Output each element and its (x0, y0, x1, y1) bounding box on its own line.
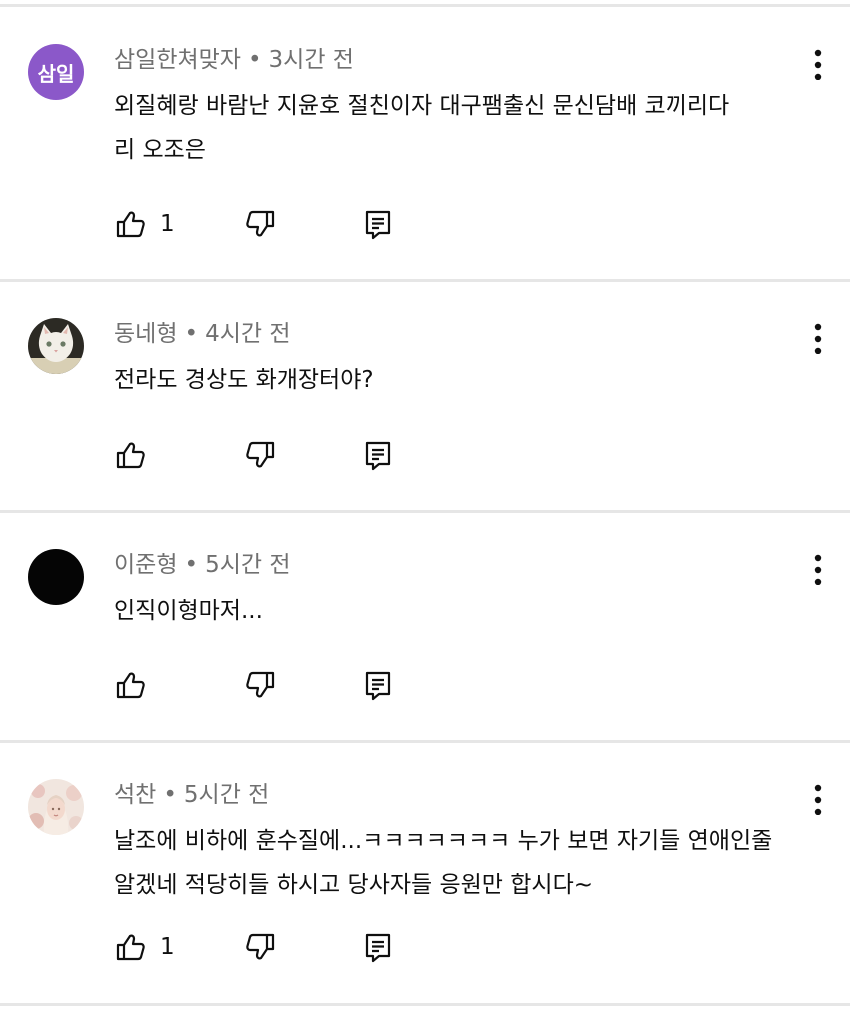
comment-text: 날조에 비하에 훈수질에...ㅋㅋㅋㅋㅋㅋㅋ 누가 보면 자기들 연애인줄 알겠… (114, 819, 830, 907)
avatar[interactable]: 삼일 (28, 44, 84, 100)
like-button[interactable]: 1 (114, 204, 175, 244)
white-cat-photo (28, 318, 84, 374)
dislike-button[interactable] (245, 665, 277, 705)
comment-time[interactable]: 3시간 전 (269, 47, 354, 73)
divider (0, 510, 850, 513)
more-vert-icon[interactable] (806, 48, 830, 80)
like-count: 1 (160, 211, 175, 237)
meta-separator: • (163, 782, 177, 808)
comment-time[interactable]: 5시간 전 (184, 782, 269, 808)
thumbs-down-icon (245, 931, 277, 963)
comment-text: 인직이형마저... (114, 589, 830, 633)
thumbs-down-icon (245, 669, 277, 701)
more-vert-icon[interactable] (806, 553, 830, 585)
comment-author[interactable]: 동네형 (114, 321, 177, 347)
like-button[interactable]: 1 (114, 927, 175, 967)
comment-text-line: 리 오조은 (114, 137, 206, 163)
comment-time[interactable]: 5시간 전 (205, 552, 290, 578)
reply-icon (362, 669, 394, 701)
meta-separator: • (184, 552, 199, 578)
comment-meta: 이준형 • 5시간 전 (114, 549, 291, 581)
comment-text-line: 전라도 경상도 화개장터야? (114, 367, 374, 393)
comment-text-line: 알겠네 적당히들 하시고 당사자들 응원만 합시다~ (114, 872, 594, 898)
like-button[interactable] (114, 665, 146, 705)
comment-meta: 석찬 • 5시간 전 (114, 779, 269, 811)
thumbs-up-icon (114, 208, 146, 240)
reply-button[interactable] (362, 665, 394, 705)
comment-text-line: 외질혜랑 바람난 지윤호 절친이자 대구팸출신 문신담배 코끼리다 (114, 93, 730, 119)
divider (0, 279, 850, 282)
comment-text: 전라도 경상도 화개장터야? (114, 358, 830, 402)
more-vert-icon[interactable] (806, 322, 830, 354)
meta-separator: • (184, 321, 199, 347)
comment-text-line: 날조에 비하에 훈수질에...ㅋㅋㅋㅋㅋㅋㅋ 누가 보면 자기들 연애인줄 (114, 828, 773, 854)
avatar-initials: 삼일 (37, 61, 75, 86)
comment-text: 외질혜랑 바람난 지윤호 절친이자 대구팸출신 문신담배 코끼리다 리 오조은 (114, 84, 830, 172)
comment-author[interactable]: 삼일한쳐맞자 (114, 47, 241, 73)
thumbs-up-icon (114, 439, 146, 471)
dislike-button[interactable] (245, 435, 277, 475)
thumbs-up-icon (114, 931, 146, 963)
divider (0, 740, 850, 743)
comment-actions (114, 435, 834, 475)
like-count: 1 (160, 934, 175, 960)
comment-author[interactable]: 석찬 (114, 782, 156, 808)
comment-time[interactable]: 4시간 전 (205, 321, 290, 347)
reply-icon (362, 931, 394, 963)
avatar[interactable] (28, 549, 84, 605)
person-with-flowers-photo (28, 779, 84, 835)
thumbs-down-icon (245, 208, 277, 240)
more-vert-icon[interactable] (806, 783, 830, 815)
dislike-button[interactable] (245, 927, 277, 967)
thumbs-up-icon (114, 669, 146, 701)
comment-author[interactable]: 이준형 (114, 552, 177, 578)
comment-actions: 1 (114, 927, 834, 967)
like-button[interactable] (114, 435, 146, 475)
avatar[interactable] (28, 779, 84, 835)
reply-button[interactable] (362, 927, 394, 967)
reply-icon (362, 439, 394, 471)
comment-actions (114, 665, 834, 705)
reply-icon (362, 208, 394, 240)
divider-top (0, 4, 850, 7)
comment-actions: 1 (114, 204, 834, 244)
thumbs-down-icon (245, 439, 277, 471)
comment-meta: 삼일한쳐맞자 • 3시간 전 (114, 44, 354, 76)
comment-text-line: 인직이형마저... (114, 598, 263, 624)
reply-button[interactable] (362, 204, 394, 244)
meta-separator: • (247, 47, 262, 73)
divider-bottom (0, 1003, 850, 1006)
avatar[interactable] (28, 318, 84, 374)
reply-button[interactable] (362, 435, 394, 475)
dislike-button[interactable] (245, 204, 277, 244)
comment-meta: 동네형 • 4시간 전 (114, 318, 291, 350)
